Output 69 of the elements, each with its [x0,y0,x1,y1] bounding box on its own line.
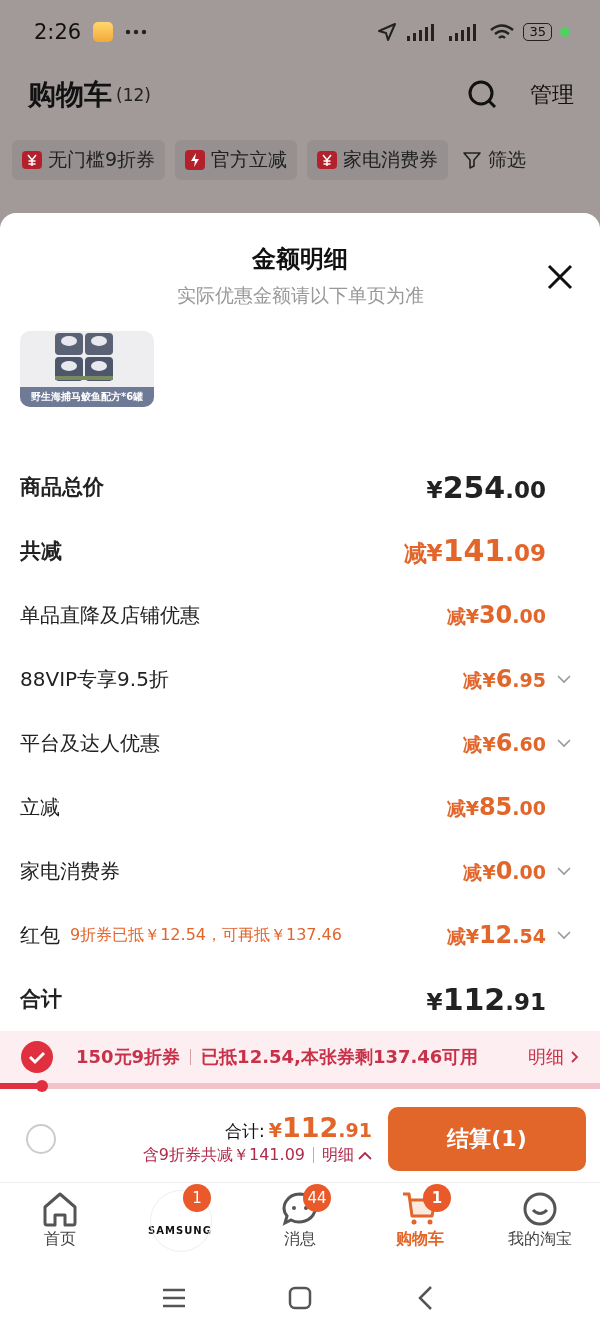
amount-text: 减¥30.00 [446,600,546,630]
battery-level: 35 [523,23,552,41]
brand-logo: SAMSUNG [148,1225,212,1236]
row-label: 红包 [20,921,60,949]
chevron-down-icon[interactable] [556,738,572,748]
checkout-button[interactable]: 结算(1) [388,1106,586,1171]
coupon-icon [22,150,42,170]
tab-item[interactable]: 购物车 1 [360,1184,480,1260]
manage-link[interactable]: 管理 [530,80,574,110]
count-badge: 1 [183,1184,211,1212]
amount-text: 减¥85.00 [446,792,546,822]
more-icon [125,29,148,35]
total-amount: ¥112.91 [268,1111,372,1143]
chevron-down-icon[interactable] [556,930,572,940]
smile-icon [521,1191,559,1227]
sheet-subtitle: 实际优惠金额请以下单页为准 [176,283,424,308]
row-note: 9折券已抵￥12.54，可再抵￥137.46 [70,924,342,946]
checked-icon[interactable] [20,1040,54,1074]
amount-text: 减¥6.60 [463,728,546,758]
filter-chip[interactable]: 家电消费券 [307,140,449,180]
coupon-icon [317,150,338,170]
filter-chip[interactable]: 官方立减 [175,140,298,180]
filter-button[interactable]: 筛选 [458,140,531,180]
home-button-icon[interactable] [287,1284,313,1311]
row-label: 合计 [20,986,62,1013]
chevron-right-icon [570,1050,580,1064]
detail-link[interactable]: 明细 [528,1045,580,1069]
chevron-down-icon[interactable] [556,866,572,876]
detail-link[interactable]: 明细 [322,1144,372,1166]
amount-text: 减¥141.09 [403,533,546,569]
count-badge: 1 [423,1184,451,1212]
tab-item[interactable]: 消息 44 [240,1184,360,1260]
row-label: 立减 [20,793,60,821]
product-caption: 野生海捕马鲛鱼配方*6罐 [20,387,154,407]
tab-item[interactable]: 我的淘宝 [480,1184,600,1260]
amount-text: 减¥0.00 [463,856,546,886]
select-all-radio[interactable] [26,1123,56,1154]
amount-text: ¥112.91 [426,981,546,1017]
row-label: 家电消费券 [20,857,120,885]
saving-text: 含9折券共减￥141.09 [142,1144,305,1166]
coupon-name: 150元9折券 [76,1045,181,1069]
row-label: 商品总价 [20,474,104,501]
caret-up-icon [358,1150,372,1160]
filter-chip[interactable]: 无门槛9折券 [12,140,166,180]
row-label: 88VIP专享9.5折 [20,665,169,693]
home-icon [41,1191,79,1227]
amount-text: 减¥6.95 [463,664,546,694]
status-time: 2:26 [34,20,82,44]
row-label: 平台及达人优惠 [20,729,160,757]
filter-icon [462,150,483,170]
sheet-title: 金额明细 [252,244,348,275]
close-icon[interactable] [546,263,574,291]
coupon-detail: 已抵12.54,本张券剩137.46可用 [201,1045,479,1069]
chevron-down-icon[interactable] [556,674,572,684]
row-label: 共减 [20,538,62,565]
search-icon[interactable] [468,80,498,110]
location-icon [377,22,398,42]
tab-item[interactable]: 首页 [0,1184,120,1260]
amount-text: ¥254.00 [426,469,546,505]
count-badge: 44 [303,1184,331,1212]
total-label: 合计: [225,1119,265,1143]
lightning-icon [185,150,206,170]
app-notification-icon [93,22,114,42]
amount-text: 减¥12.54 [446,920,546,950]
page-title: 购物车 [28,77,112,113]
privacy-dot [560,27,570,37]
item-count: (12) [116,85,151,105]
row-label: 单品直降及店铺优惠 [20,601,200,629]
tab-item[interactable]: SAMSUNG 1 [120,1184,240,1260]
